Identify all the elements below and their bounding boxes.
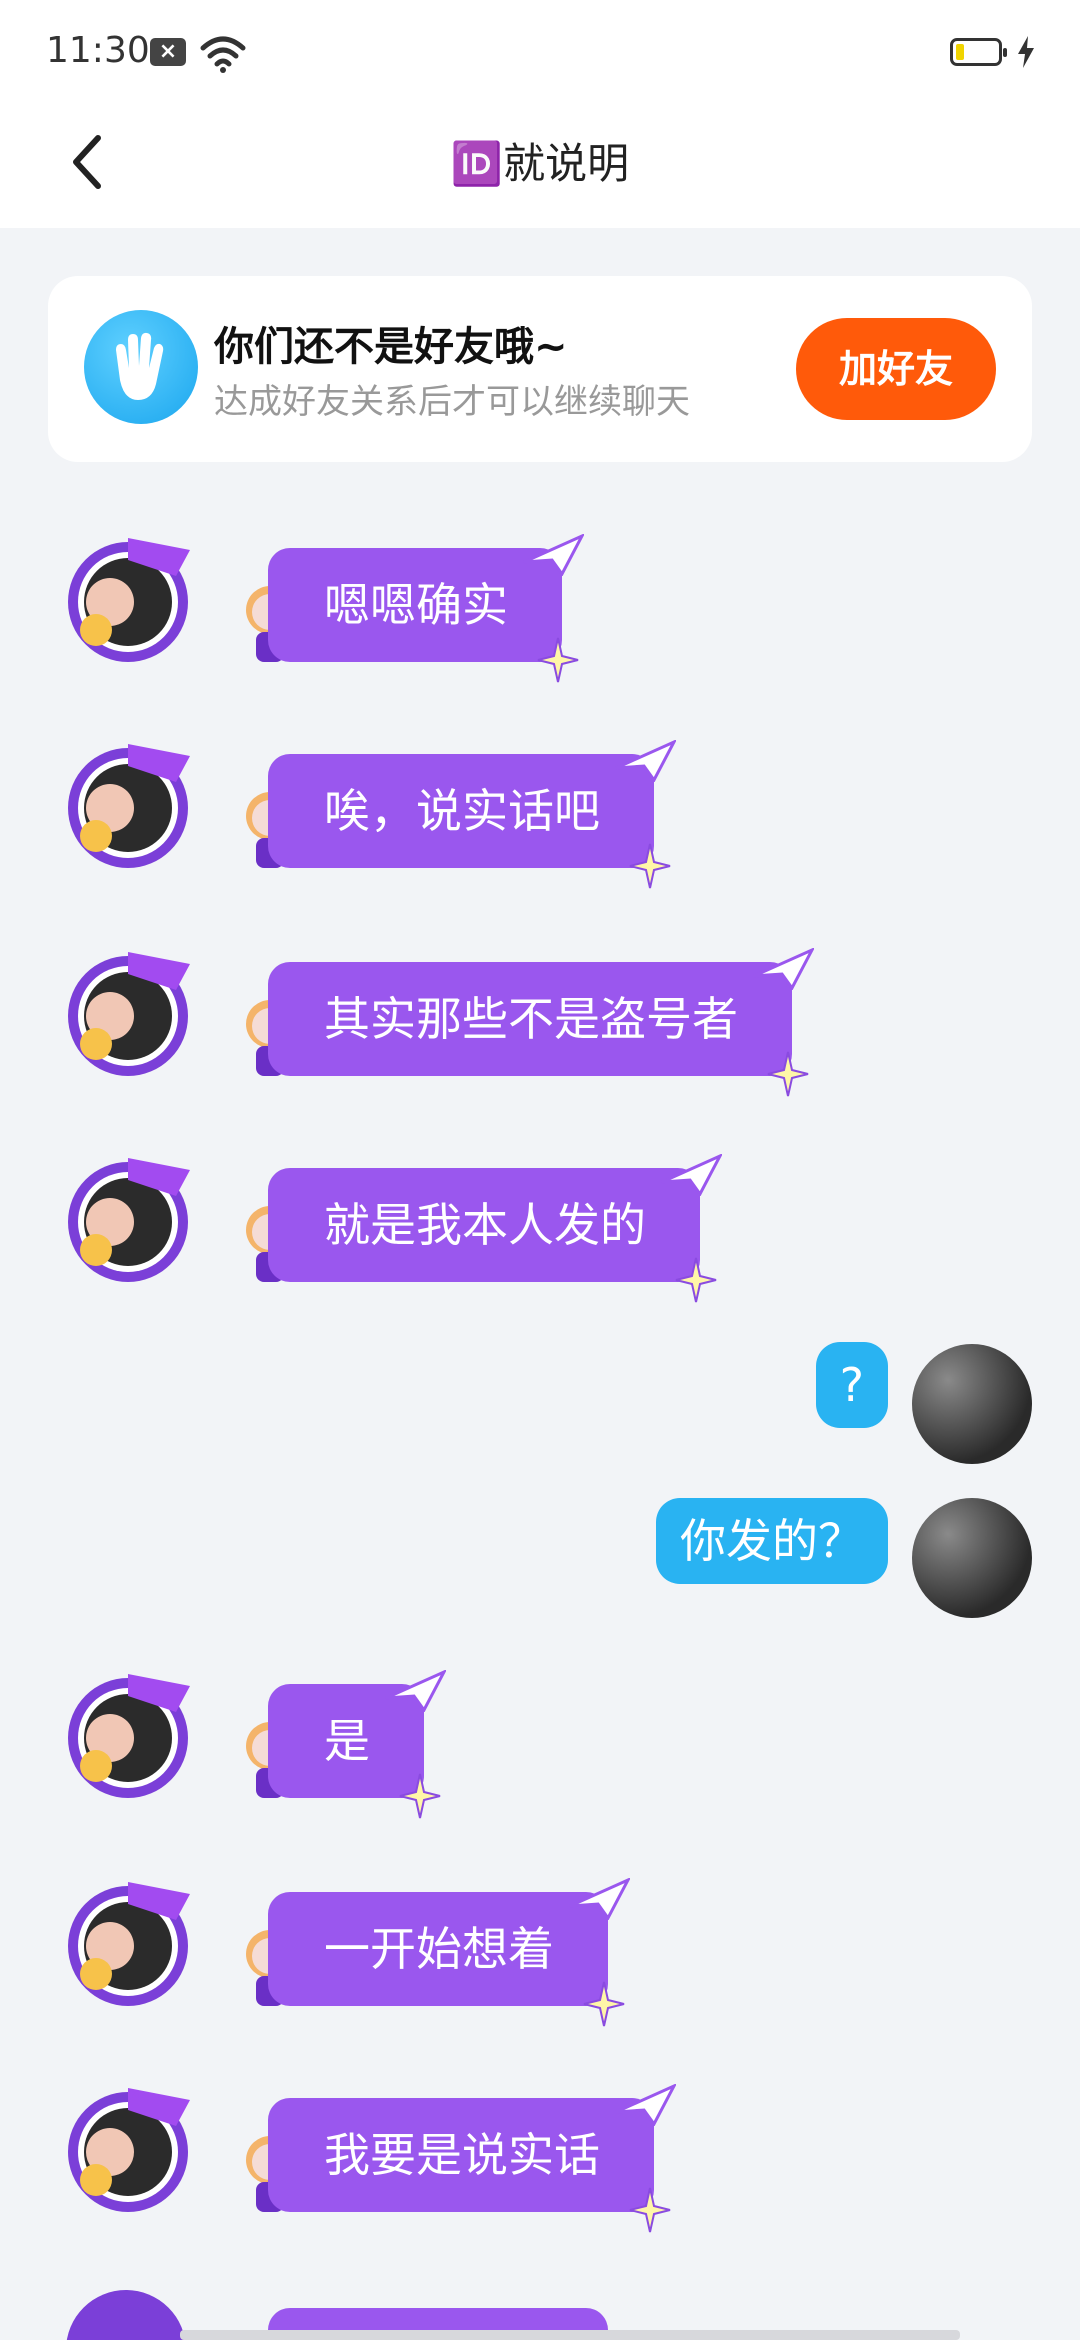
sender-avatar[interactable] — [58, 530, 198, 670]
sparkle-icon — [537, 637, 579, 683]
message-text: 就是我本人发的 — [324, 1198, 646, 1252]
sparkle-icon — [675, 1257, 717, 1303]
message-text: 其实那些不是盗号者 — [324, 992, 738, 1046]
message-text: 你发的？ — [680, 1514, 864, 1568]
message-row: 嗯嗯确实 — [0, 530, 1080, 690]
message-bubble[interactable]: 就是我本人发的 — [268, 1154, 722, 1303]
wave-hand-icon — [84, 310, 198, 424]
sparkle-icon — [629, 2187, 671, 2233]
charging-icon — [1018, 36, 1034, 68]
notice-subtitle: 达成好友关系后才可以继续聊天 — [214, 382, 690, 422]
sender-avatar[interactable] — [66, 2290, 186, 2340]
message-bubble-self[interactable]: ? — [815, 1342, 888, 1428]
message-text: ? — [839, 1358, 864, 1412]
chat-header: 🆔就说明 — [0, 100, 1080, 228]
paper-plane-icon — [615, 740, 676, 782]
message-row: 其实那些不是盗号者 — [0, 944, 1080, 1104]
paper-plane-icon — [523, 534, 584, 576]
sender-avatar[interactable] — [58, 2080, 198, 2220]
chat-title: 🆔就说明 — [450, 139, 630, 188]
message-text: 我要是说实话 — [324, 2128, 600, 2182]
sender-avatar[interactable] — [58, 736, 198, 876]
paper-plane-icon — [753, 948, 814, 990]
message-bubble[interactable]: 唉，说实话吧 — [268, 740, 676, 889]
self-avatar[interactable] — [912, 1344, 1032, 1464]
message-bubble[interactable]: 我要是说实话 — [268, 2084, 676, 2233]
sparkle-icon — [583, 1981, 625, 2027]
sender-avatar[interactable] — [58, 944, 198, 1084]
add-friend-button[interactable]: 加好友 — [796, 318, 996, 420]
message-bubble-self[interactable]: 你发的？ — [656, 1498, 888, 1584]
message-row: 一开始想着 — [0, 1874, 1080, 2034]
paper-plane-icon — [569, 1878, 630, 1920]
message-row: ? — [0, 1342, 1080, 1502]
paper-plane-icon — [661, 1154, 722, 1196]
notice-title: 你们还不是好友哦~ — [214, 324, 568, 370]
notification-icon: × — [150, 38, 186, 66]
status-time: 11:30 — [46, 30, 150, 71]
message-row: 是 — [0, 1666, 1080, 1826]
status-bar: 11:30 × — [0, 0, 1080, 100]
paper-plane-icon — [615, 2084, 676, 2126]
message-text: 是 — [324, 1714, 370, 1768]
message-bubble[interactable]: 其实那些不是盗号者 — [268, 948, 814, 1097]
paper-plane-icon — [385, 1670, 446, 1712]
message-bubble[interactable]: 是 — [268, 1670, 446, 1819]
sender-avatar[interactable] — [58, 1150, 198, 1290]
wifi-icon — [200, 36, 246, 73]
message-text: 一开始想着 — [324, 1922, 554, 1976]
sparkle-icon — [629, 843, 671, 889]
sender-avatar[interactable] — [58, 1666, 198, 1806]
message-row: 我要是说实话 — [0, 2080, 1080, 2240]
message-bubble[interactable]: 嗯嗯确实 — [268, 534, 584, 683]
message-bubble[interactable]: 一开始想着 — [268, 1878, 630, 2027]
sender-avatar[interactable] — [58, 1874, 198, 2014]
message-row: 你发的？ — [0, 1498, 1080, 1658]
message-row: 唉，说实话吧 — [0, 736, 1080, 896]
message-text: 唉，说实话吧 — [324, 784, 600, 838]
self-avatar[interactable] — [912, 1498, 1032, 1618]
message-row: 就是我本人发的 — [0, 1150, 1080, 1310]
battery-icon — [950, 38, 1007, 66]
friend-notice-card: 你们还不是好友哦~ 达成好友关系后才可以继续聊天 加好友 — [48, 276, 1032, 462]
message-text: 嗯嗯确实 — [324, 578, 508, 632]
sparkle-icon — [399, 1773, 441, 1819]
input-hint-bar — [180, 2330, 960, 2340]
sparkle-icon — [767, 1051, 809, 1097]
